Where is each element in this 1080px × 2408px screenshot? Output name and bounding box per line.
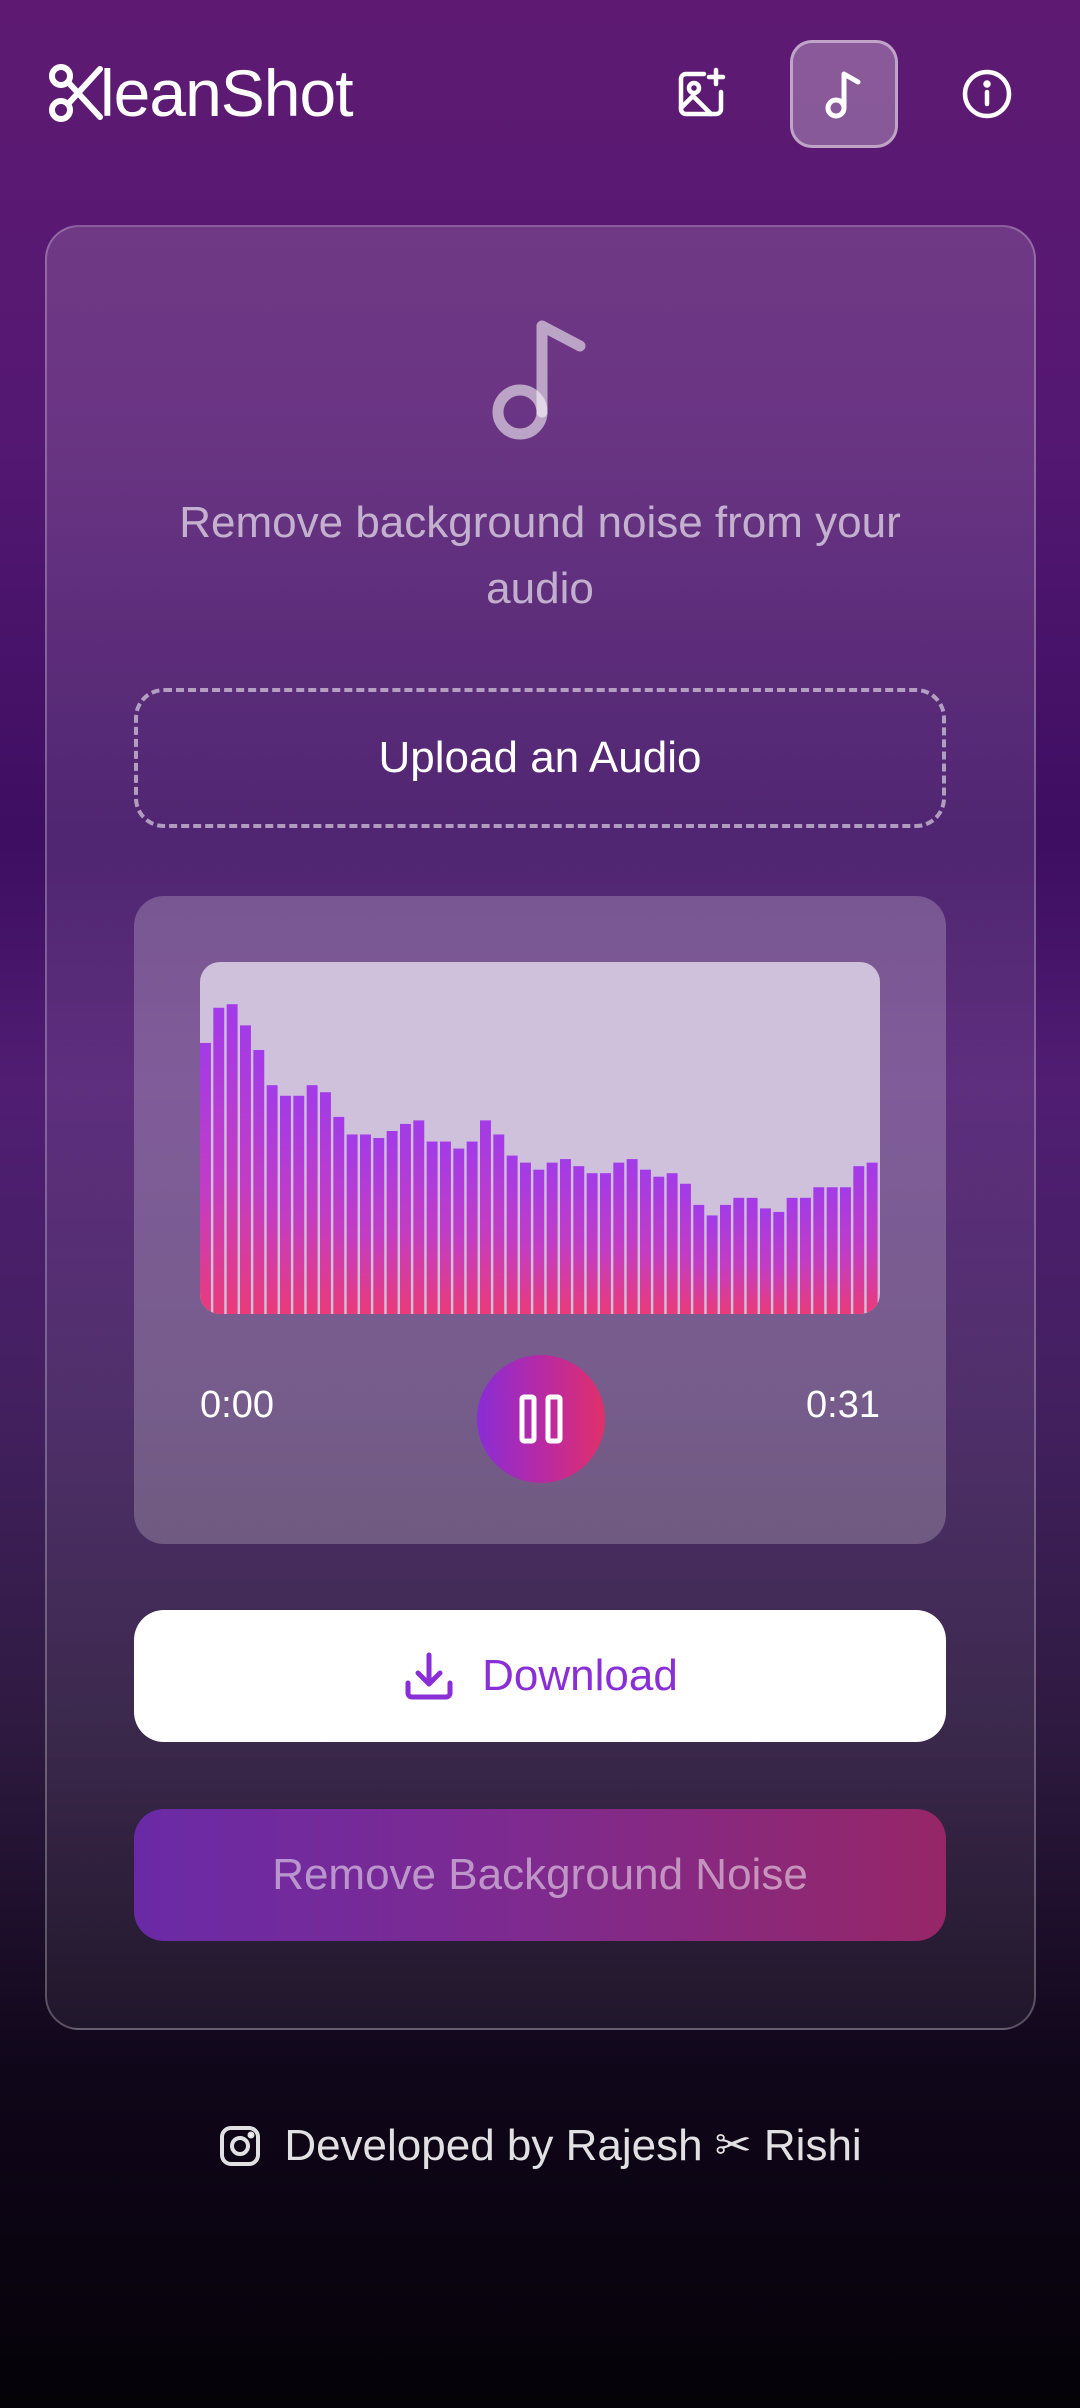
waveform-bar: [533, 1169, 545, 1314]
waveform-bar: [680, 1183, 691, 1314]
waveform-bar: [573, 1166, 585, 1314]
waveform[interactable]: [200, 962, 880, 1314]
waveform-bar: [213, 1007, 225, 1314]
image-tool-button[interactable]: [648, 40, 756, 148]
waveform-bar: [706, 1215, 718, 1314]
waveform-bar: [773, 1211, 785, 1314]
download-button[interactable]: Download: [134, 1610, 946, 1742]
waveform-bar: [560, 1159, 571, 1314]
waveform-bar: [653, 1176, 665, 1314]
waveform-bar: [413, 1120, 425, 1314]
waveform-bar: [600, 1173, 611, 1314]
remove-noise-button[interactable]: Remove Background Noise: [134, 1809, 946, 1941]
waveform-bar: [626, 1159, 638, 1314]
footer-text: Developed by Rajesh ✂ Rishi: [284, 2121, 862, 2170]
info-button[interactable]: [933, 40, 1041, 148]
waveform-bar: [320, 1092, 331, 1314]
waveform-bar: [720, 1204, 731, 1314]
app-name: leanShot: [100, 56, 354, 130]
remove-noise-label: Remove Background Noise: [272, 1850, 808, 1899]
upload-label: Upload an Audio: [378, 733, 702, 782]
footer-credit[interactable]: Developed by Rajesh ✂ Rishi: [0, 2120, 1080, 2171]
waveform-bar: [293, 1095, 305, 1314]
waveform-bar: [200, 1042, 211, 1314]
subtitle: Remove background noise from your audio: [179, 498, 901, 613]
waveform-bar: [800, 1197, 811, 1314]
waveform-bar: [493, 1134, 505, 1314]
instagram-icon: [220, 2125, 261, 2166]
waveform-bar: [466, 1141, 478, 1314]
waveform-bar: [360, 1134, 371, 1314]
waveform-bar: [426, 1141, 438, 1314]
waveform-bar: [440, 1141, 451, 1314]
waveform-bar: [613, 1162, 625, 1314]
pause-button[interactable]: [477, 1355, 605, 1483]
waveform-bar: [386, 1130, 398, 1314]
waveform-bar: [693, 1204, 705, 1314]
waveform-bar: [346, 1134, 358, 1314]
waveform-bar: [480, 1120, 491, 1314]
waveform-bar: [306, 1085, 318, 1314]
waveform-bar: [506, 1155, 518, 1314]
upload-audio-button[interactable]: Upload an Audio: [134, 688, 946, 828]
waveform-bar: [640, 1169, 651, 1314]
info-icon: [962, 69, 1012, 119]
waveform-bar: [853, 1166, 865, 1314]
current-time: 0:00: [200, 1384, 274, 1426]
waveform-bar: [546, 1162, 558, 1314]
waveform-bar: [333, 1116, 345, 1314]
scissors-logo-icon: [49, 64, 103, 122]
audio-tool-button[interactable]: [790, 40, 898, 148]
app-header: leanShot: [0, 0, 1080, 190]
download-icon: [405, 1652, 453, 1700]
waveform-chart: [200, 1004, 878, 1314]
waveform-bar: [733, 1197, 745, 1314]
waveform-bar: [240, 1025, 251, 1314]
download-label: Download: [482, 1651, 678, 1700]
waveform-bar: [866, 1162, 878, 1314]
waveform-bar: [586, 1173, 598, 1314]
waveform-bar: [746, 1197, 758, 1314]
waveform-bar: [826, 1187, 838, 1314]
music-note-icon: [492, 320, 586, 440]
waveform-bar: [760, 1208, 771, 1314]
waveform-bar: [666, 1173, 678, 1314]
waveform-bar: [253, 1050, 265, 1314]
duration: 0:31: [806, 1384, 880, 1426]
image-plus-icon: [678, 67, 726, 117]
waveform-bar: [280, 1095, 291, 1314]
waveform-bar: [813, 1187, 825, 1314]
waveform-bar: [520, 1162, 531, 1314]
waveform-bar: [840, 1187, 851, 1314]
waveform-bar: [786, 1197, 798, 1314]
music-note-icon: [825, 71, 861, 119]
pause-icon: [519, 1394, 563, 1444]
app-logo: leanShot: [48, 56, 354, 130]
waveform-bar: [453, 1148, 465, 1314]
audio-player: 0:00 0:31: [134, 896, 946, 1544]
waveform-bar: [373, 1138, 385, 1314]
waveform-bar: [400, 1123, 411, 1314]
waveform-bar: [266, 1085, 278, 1314]
waveform-bar: [226, 1004, 238, 1314]
